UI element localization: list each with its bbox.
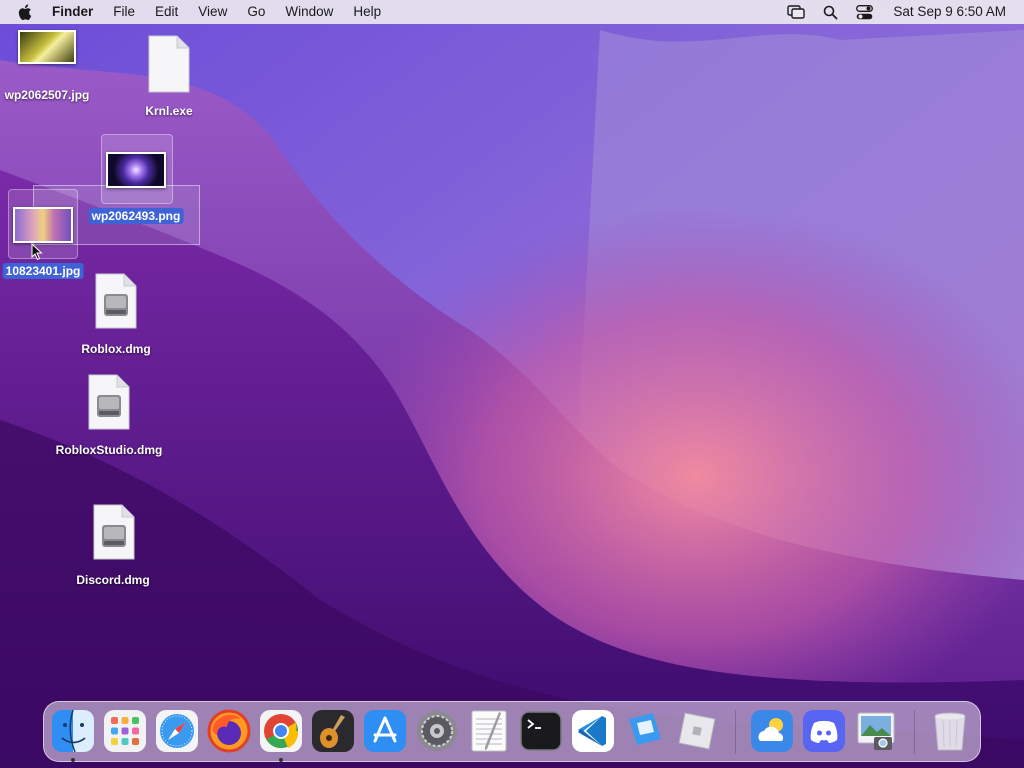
- menu-view[interactable]: View: [198, 0, 227, 24]
- desktop-file-wp2062493[interactable]: wp2062493.png: [82, 150, 194, 226]
- dock: [43, 701, 981, 762]
- menu-bar: Finder File Edit View Go Window Help Sat…: [0, 0, 1024, 24]
- dock-vscode[interactable]: [571, 709, 615, 753]
- preview-icon: [857, 712, 895, 750]
- dock-roblox[interactable]: [675, 709, 719, 753]
- image-thumbnail: [13, 207, 73, 243]
- dock-safari[interactable]: [155, 709, 199, 753]
- dock-roblox-studio[interactable]: [623, 709, 667, 753]
- menu-help[interactable]: Help: [353, 0, 381, 24]
- launchpad-icon: [104, 710, 146, 752]
- desktop-file-wp2062507[interactable]: wp2062507.jpg: [0, 30, 96, 104]
- disk-image-icon: [88, 374, 130, 430]
- dock-trash[interactable]: [928, 709, 972, 753]
- finder-icon: [52, 709, 94, 753]
- dock-weather[interactable]: [750, 709, 794, 753]
- desktop-file-label: Discord.dmg: [76, 573, 150, 587]
- menu-go[interactable]: Go: [247, 0, 265, 24]
- chrome-icon: [260, 710, 302, 752]
- control-center-icon[interactable]: [856, 4, 874, 20]
- dock-garageband[interactable]: [311, 709, 355, 753]
- desktop-file-robloxstudio-dmg[interactable]: RobloxStudio.dmg: [50, 372, 170, 458]
- spotlight-search-icon[interactable]: [823, 5, 838, 20]
- menu-file[interactable]: File: [113, 0, 135, 24]
- dock-finder[interactable]: [51, 709, 95, 753]
- image-thumbnail: [106, 152, 166, 188]
- dock-separator: [735, 710, 736, 754]
- desktop-file-roblox-dmg[interactable]: Roblox.dmg: [76, 270, 156, 356]
- disk-image-icon: [95, 273, 137, 329]
- garageband-icon: [312, 710, 354, 752]
- disk-image-icon: [93, 504, 135, 560]
- dock-system-settings[interactable]: [415, 709, 459, 753]
- desktop-file-discord-dmg[interactable]: Discord.dmg: [74, 502, 154, 588]
- running-indicator: [279, 758, 283, 762]
- dock-separator: [914, 710, 915, 754]
- generic-document-icon: [148, 35, 190, 93]
- running-indicator: [71, 758, 75, 762]
- desktop-file-label: wp2062493.png: [88, 208, 184, 224]
- dock-discord[interactable]: [802, 709, 846, 753]
- trash-icon: [934, 712, 966, 751]
- image-thumbnail: [18, 30, 76, 64]
- desktop[interactable]: Finder File Edit View Go Window Help Sat…: [0, 0, 1024, 768]
- dock-chrome[interactable]: [259, 709, 303, 753]
- apple-icon[interactable]: [18, 4, 38, 20]
- dock-firefox[interactable]: [207, 709, 251, 753]
- desktop-file-label: Krnl.exe: [145, 104, 193, 118]
- system-settings-icon: [417, 711, 457, 751]
- textedit-icon: [471, 710, 507, 752]
- desktop-file-label: 10823401.jpg: [2, 263, 84, 279]
- dock-app-store[interactable]: [363, 709, 407, 753]
- menu-window[interactable]: Window: [285, 0, 333, 24]
- desktop-file-label: RobloxStudio.dmg: [55, 443, 163, 457]
- desktop-file-label: wp2062507.jpg: [4, 88, 90, 102]
- roblox-icon: [678, 712, 716, 750]
- menu-bar-clock[interactable]: Sat Sep 9 6:50 AM: [893, 0, 1006, 24]
- firefox-icon: [207, 709, 251, 753]
- dock-preview[interactable]: [854, 709, 898, 753]
- vscode-icon: [572, 710, 614, 752]
- weather-icon: [751, 710, 793, 752]
- app-store-icon: [364, 710, 406, 752]
- menu-app-name[interactable]: Finder: [52, 0, 93, 24]
- menu-edit[interactable]: Edit: [155, 0, 178, 24]
- desktop-file-label: Roblox.dmg: [81, 342, 151, 356]
- dock-launchpad[interactable]: [103, 709, 147, 753]
- terminal-icon: [520, 711, 562, 751]
- safari-icon: [156, 710, 198, 752]
- discord-icon: [803, 710, 845, 752]
- dock-terminal[interactable]: [519, 709, 563, 753]
- dock-textedit[interactable]: [467, 709, 511, 753]
- screen-mirroring-icon[interactable]: [787, 5, 806, 19]
- desktop-file-krnl-exe[interactable]: Krnl.exe: [129, 34, 209, 120]
- mouse-pointer-icon: [31, 243, 43, 261]
- roblox-studio-icon: [629, 713, 661, 745]
